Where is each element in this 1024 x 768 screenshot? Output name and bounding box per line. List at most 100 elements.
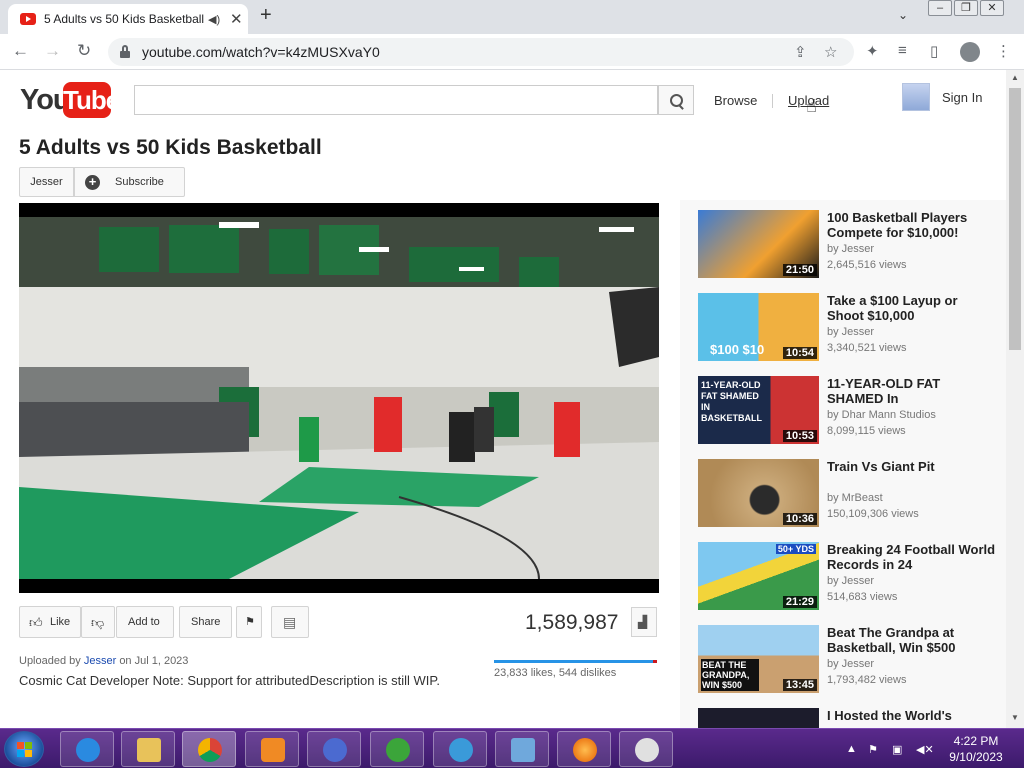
stats-button[interactable]: ▟ bbox=[631, 607, 657, 637]
taskbar-telegram[interactable] bbox=[433, 731, 487, 767]
related-video-item[interactable]: 11-YEAR-OLD FAT SHAMED IN BASKETBALL 10:… bbox=[698, 376, 998, 446]
flag-icon: ⚑ bbox=[245, 616, 255, 628]
related-video-title[interactable]: I Hosted the World's bbox=[827, 708, 997, 723]
share-icon[interactable]: ⇪ bbox=[794, 43, 807, 61]
reload-icon[interactable]: ↻ bbox=[77, 41, 91, 61]
video-thumbnail[interactable]: 10:36 bbox=[698, 459, 819, 527]
related-video-item[interactable]: BEAT THE GRANDPA, WIN $500 13:45 Beat Th… bbox=[698, 625, 998, 695]
video-frame bbox=[19, 217, 659, 579]
taskbar-app-infinity[interactable] bbox=[307, 731, 361, 767]
media-player-icon bbox=[261, 738, 285, 762]
sign-in-link[interactable]: Sign In bbox=[942, 90, 982, 105]
subscribe-button[interactable]: + Subscribe bbox=[74, 167, 185, 197]
related-video-title[interactable]: 100 Basketball Players Compete for $10,0… bbox=[827, 210, 997, 240]
address-bar[interactable]: youtube.com/watch?v=k4zMUSXvaY0 ⇪ ☆ bbox=[108, 38, 854, 66]
add-to-button[interactable]: Add to bbox=[116, 606, 174, 638]
related-video-views: 8,099,115 views bbox=[827, 425, 906, 437]
profile-icon[interactable] bbox=[960, 42, 980, 62]
scroll-up-arrow-icon[interactable]: ▲ bbox=[1011, 73, 1019, 82]
share-button[interactable]: Share bbox=[179, 606, 232, 638]
transcript-button[interactable]: ▤ bbox=[271, 606, 309, 638]
close-tab-icon[interactable]: ✕ bbox=[230, 10, 243, 28]
avatar[interactable] bbox=[902, 83, 930, 111]
browser-tab-strip: 5 Adults vs 50 Kids Basketball ◀) ✕ + ⌄ … bbox=[0, 0, 1024, 34]
dislike-button[interactable]: 👎︎ bbox=[81, 606, 115, 638]
windows-logo-icon bbox=[17, 742, 33, 758]
start-button[interactable] bbox=[4, 731, 44, 767]
taskbar-firefox[interactable] bbox=[557, 731, 611, 767]
related-video-channel: by Jesser bbox=[827, 658, 875, 670]
media-queue-icon[interactable]: ≡ bbox=[898, 42, 907, 59]
side-panel-icon[interactable]: ▯ bbox=[930, 42, 938, 60]
thumbs-down-icon: 👎︎ bbox=[91, 615, 105, 630]
video-thumbnail[interactable]: 21:50 bbox=[698, 210, 819, 278]
video-thumbnail[interactable]: $100 $10 10:54 bbox=[698, 293, 819, 361]
back-arrow-icon[interactable]: ← bbox=[12, 41, 29, 61]
related-video-title[interactable]: Train Vs Giant Pit bbox=[827, 459, 997, 474]
related-video-title[interactable]: Breaking 24 Football World Records in 24 bbox=[827, 542, 997, 572]
related-videos-sidebar: 21:50 100 Basketball Players Compete for… bbox=[680, 200, 1006, 730]
speaker-icon[interactable]: ◀) bbox=[208, 13, 220, 26]
taskbar-internet-explorer[interactable] bbox=[60, 731, 114, 767]
internet-explorer-icon bbox=[76, 738, 100, 762]
bookmark-star-icon[interactable]: ☆ bbox=[824, 43, 837, 61]
like-ratio-bar bbox=[494, 660, 657, 663]
new-tab-button[interactable]: + bbox=[260, 4, 272, 27]
page-scrollbar[interactable]: ▲ ▼ bbox=[1006, 70, 1024, 728]
video-thumbnail[interactable]: 11-YEAR-OLD FAT SHAMED IN BASKETBALL 10:… bbox=[698, 376, 819, 444]
scroll-thumb[interactable] bbox=[1009, 88, 1021, 350]
url-text[interactable]: youtube.com/watch?v=k4zMUSXvaY0 bbox=[142, 44, 380, 60]
youtube-favicon-icon bbox=[20, 13, 36, 25]
menu-kebab-icon[interactable]: ⋮ bbox=[996, 42, 1011, 60]
video-description: Cosmic Cat Developer Note: Support for a… bbox=[19, 673, 440, 688]
video-thumbnail[interactable] bbox=[698, 708, 819, 730]
extensions-icon[interactable]: ✦ bbox=[866, 42, 879, 60]
thumbs-up-icon: 👍︎ bbox=[29, 615, 43, 630]
taskbar-control-panel[interactable] bbox=[495, 731, 549, 767]
related-video-item[interactable]: $100 $10 10:54 Take a $100 Layup or Shoo… bbox=[698, 293, 998, 363]
related-video-item[interactable]: 21:50 100 Basketball Players Compete for… bbox=[698, 210, 998, 280]
like-button[interactable]: 👍︎ Like bbox=[19, 606, 81, 638]
taskbar: ▲ ⚑ ▣ ◀✕ 4:22 PM 9/10/2023 bbox=[0, 728, 1024, 768]
related-video-title[interactable]: Take a $100 Layup or Shoot $10,000 bbox=[827, 293, 997, 323]
tray-chevron-icon[interactable]: ▲ bbox=[846, 743, 857, 755]
search-input[interactable] bbox=[134, 85, 658, 115]
related-video-title[interactable]: Beat The Grandpa at Basketball, Win $500 bbox=[827, 625, 997, 655]
tray-flag-icon[interactable]: ⚑ bbox=[868, 743, 878, 756]
tab-search-chevron-icon[interactable]: ⌄ bbox=[898, 8, 908, 22]
flag-button[interactable]: ⚑ bbox=[236, 606, 262, 638]
tray-volume-muted-icon[interactable]: ◀✕ bbox=[916, 743, 934, 756]
uploader-link[interactable]: Jesser bbox=[84, 655, 116, 667]
search-icon[interactable] bbox=[658, 85, 694, 115]
close-window-button[interactable]: ✕ bbox=[980, 0, 1004, 16]
taskbar-media-player[interactable] bbox=[245, 731, 299, 767]
forward-arrow-icon[interactable]: → bbox=[44, 41, 61, 61]
tab-title: 5 Adults vs 50 Kids Basketball bbox=[44, 12, 204, 26]
video-thumbnail[interactable]: BEAT THE GRANDPA, WIN $500 13:45 bbox=[698, 625, 819, 693]
related-video-title[interactable]: 11-YEAR-OLD FAT SHAMED In bbox=[827, 376, 997, 406]
related-video-item[interactable]: I Hosted the World's bbox=[698, 708, 998, 730]
lock-icon[interactable] bbox=[120, 45, 130, 58]
view-count: 1,589,987 bbox=[525, 611, 619, 634]
taskbar-windows-update[interactable] bbox=[370, 731, 424, 767]
taskbar-chrome[interactable] bbox=[182, 731, 236, 767]
channel-button[interactable]: Jesser bbox=[19, 167, 74, 197]
minimize-button[interactable]: – bbox=[928, 0, 952, 16]
bar-chart-icon: ▟ bbox=[638, 615, 648, 629]
video-thumbnail[interactable]: 50+ YDS 21:29 bbox=[698, 542, 819, 610]
browse-link[interactable]: Browse bbox=[714, 93, 757, 108]
video-player[interactable] bbox=[19, 203, 659, 593]
restore-button[interactable]: ❐ bbox=[954, 0, 978, 16]
chrome-icon bbox=[198, 738, 222, 762]
related-video-item[interactable]: 10:36 Train Vs Giant Pit by MrBeast 150,… bbox=[698, 459, 998, 529]
taskbar-file-explorer[interactable] bbox=[121, 731, 175, 767]
scroll-down-arrow-icon[interactable]: ▼ bbox=[1011, 713, 1019, 722]
paper-plane-icon bbox=[449, 738, 473, 762]
related-video-views: 3,340,521 views bbox=[827, 342, 907, 354]
taskbar-clock[interactable]: 4:22 PM 9/10/2023 bbox=[946, 733, 1006, 765]
related-video-item[interactable]: 50+ YDS 21:29 Breaking 24 Football World… bbox=[698, 542, 998, 612]
browser-tab-active[interactable]: 5 Adults vs 50 Kids Basketball ◀) ✕ bbox=[8, 4, 248, 34]
taskbar-paint[interactable] bbox=[619, 731, 673, 767]
youtube-logo[interactable]: You Tube bbox=[20, 82, 120, 120]
tray-network-icon[interactable]: ▣ bbox=[892, 743, 902, 756]
